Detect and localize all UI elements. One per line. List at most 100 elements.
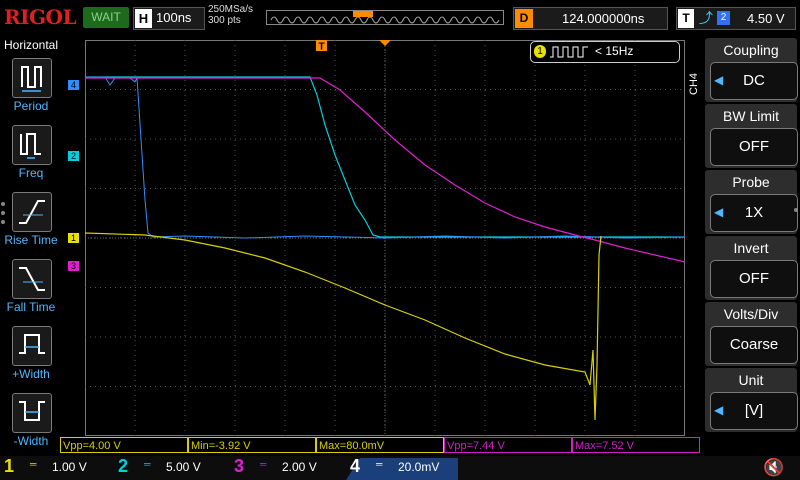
channel-number: 4 <box>350 456 361 476</box>
panel-page-dots <box>1 202 5 224</box>
channel-scale: 1.00 V <box>52 460 87 474</box>
frequency-counter[interactable]: 1 < 15Hz <box>530 41 680 63</box>
memory-depth: 300 pts <box>208 15 241 26</box>
measurement-item[interactable]: Max=7.52 V <box>572 437 700 453</box>
channel-number: 3 <box>234 456 245 476</box>
sample-rate: 250MSa/s <box>208 4 254 15</box>
channel-scale: 20.0mV <box>398 460 440 474</box>
menu-value: OFF <box>739 138 769 155</box>
memory-timeline-bar <box>266 10 504 25</box>
dc-coupling-icon: ═ <box>144 459 151 469</box>
menu-section-probe[interactable]: Probe ◀ 1X <box>705 170 798 234</box>
horizontal-key: H <box>135 9 152 28</box>
rise-time-icon <box>19 200 45 224</box>
channel-3-level-marker[interactable]: 3 <box>68 261 79 271</box>
channel-4-level-marker[interactable]: 4 <box>68 80 79 90</box>
panel-title: Horizontal <box>3 38 59 52</box>
trigger-position-marker[interactable] <box>379 40 391 46</box>
measurement-item[interactable]: Max=80.0mV <box>316 437 444 453</box>
menu-title: Volts/Div <box>723 306 779 322</box>
trigger-box[interactable]: T ⤴ 2 4.50 V <box>676 7 796 30</box>
fall-time-button[interactable] <box>12 259 52 299</box>
waveform-display[interactable] <box>85 40 685 436</box>
timebase-value: 100ns <box>156 10 192 25</box>
menu-section-invert[interactable]: Invert OFF <box>705 236 798 300</box>
negative-width-button[interactable] <box>12 393 52 433</box>
menu-section-coupling[interactable]: Coupling ◀ DC <box>705 38 798 102</box>
delay-box[interactable]: D 124.000000ns <box>513 7 668 30</box>
menu-title: Probe <box>732 174 770 190</box>
rising-edge-icon: ⤴ <box>699 10 713 26</box>
fall-time-label: Fall Time <box>6 300 56 314</box>
menu-value-box[interactable]: Coarse <box>710 326 798 364</box>
menu-value-box[interactable]: OFF <box>710 260 798 298</box>
negative-width-label: -Width <box>13 434 49 448</box>
channel-number: 1 <box>4 456 15 476</box>
dc-coupling-icon: ═ <box>30 459 37 469</box>
menu-value: 1X <box>744 204 764 221</box>
menu-value-box[interactable]: ◀ DC <box>710 62 798 100</box>
horizontal-measure-panel: Horizontal Period Freq Rise Time Fall Ti… <box>0 36 62 456</box>
fall-time-icon <box>19 267 45 291</box>
rise-time-label: Rise Time <box>4 233 58 247</box>
dc-coupling-icon: ═ <box>260 459 267 469</box>
delay-key: D <box>515 9 533 28</box>
channel-number: 2 <box>118 456 129 476</box>
frequency-label: Freq <box>18 166 44 180</box>
trigger-source-badge: 2 <box>717 11 730 25</box>
top-status-bar: RIGOL WAIT H 100ns 250MSa/s 300 pts D 12… <box>0 0 800 36</box>
menu-section-bw-limit[interactable]: BW Limit OFF <box>705 104 798 168</box>
counter-channel-badge: 1 <box>534 45 546 58</box>
delay-value: 124.000000ns <box>562 11 645 26</box>
menu-title: Coupling <box>723 42 779 58</box>
measurement-item[interactable]: Vpp=7.44 V <box>444 437 572 453</box>
frequency-icon <box>20 133 41 159</box>
positive-width-icon <box>19 334 45 354</box>
channel-1-trace <box>85 232 602 421</box>
period-label: Period <box>13 99 49 113</box>
frequency-button[interactable] <box>12 125 52 165</box>
speaker-muted-icon[interactable]: 🔇 <box>763 458 784 478</box>
channel-2-status[interactable]: 2 ═ 5.00 V <box>114 456 226 480</box>
channel-bar: 1 ═ 1.00 V 2 ═ 5.00 V 3 ═ 2.00 V 4 ═ 20.… <box>0 456 800 480</box>
horizontal-timebase-box[interactable]: H 100ns <box>133 7 205 30</box>
measurement-text: Max=80.0mV <box>319 440 385 452</box>
menu-value-box[interactable]: ◀ [V] <box>710 392 798 430</box>
period-icon <box>21 66 42 92</box>
menu-scroll-dot <box>794 208 798 212</box>
menu-value-box[interactable]: ◀ 1X <box>710 194 798 232</box>
channel-1-status[interactable]: 1 ═ 1.00 V <box>0 456 112 480</box>
positive-width-button[interactable] <box>12 326 52 366</box>
svg-text:T: T <box>318 42 324 53</box>
menu-title: Invert <box>733 240 769 256</box>
positive-width-label: +Width <box>12 367 50 381</box>
measurement-text: Vpp=4.00 V <box>63 440 121 452</box>
measurement-item[interactable]: Min=-3.92 V <box>188 437 316 453</box>
channel-4-status[interactable]: 4 ═ 20.0mV <box>346 456 458 480</box>
run-status-badge[interactable]: WAIT <box>83 7 129 28</box>
measurement-item[interactable]: Vpp=4.00 V <box>60 437 188 453</box>
channel-3-status[interactable]: 3 ═ 2.00 V <box>230 456 342 480</box>
channel-1-level-marker[interactable]: 1 <box>68 233 79 243</box>
menu-channel-tag: CH4 <box>688 72 700 95</box>
channel-2-level-marker[interactable]: 2 <box>68 151 79 161</box>
trigger-level: 4.50 V <box>747 11 785 26</box>
measurement-text: Vpp=7.44 V <box>447 440 505 452</box>
menu-value: [V] <box>744 402 764 419</box>
negative-width-icon <box>19 401 45 421</box>
menu-title: Unit <box>738 372 764 388</box>
square-wave-icon <box>550 46 588 58</box>
channel-scale: 5.00 V <box>166 460 201 474</box>
menu-section-volts-div[interactable]: Volts/Div Coarse <box>705 302 798 366</box>
menu-value: DC <box>743 72 765 89</box>
trigger-key: T <box>678 9 694 28</box>
menu-title: BW Limit <box>723 108 779 124</box>
rise-time-button[interactable] <box>12 192 52 232</box>
period-button[interactable] <box>12 58 52 98</box>
trigger-time-marker[interactable]: T <box>316 40 328 54</box>
menu-section-unit[interactable]: Unit ◀ [V] <box>705 368 798 432</box>
channel-menu: Coupling ◀ DC BW Limit OFF Probe ◀ 1X In… <box>702 36 800 456</box>
measurement-text: Max=7.52 V <box>575 440 635 452</box>
counter-value: < 15Hz <box>595 44 634 58</box>
menu-value-box[interactable]: OFF <box>710 128 798 166</box>
